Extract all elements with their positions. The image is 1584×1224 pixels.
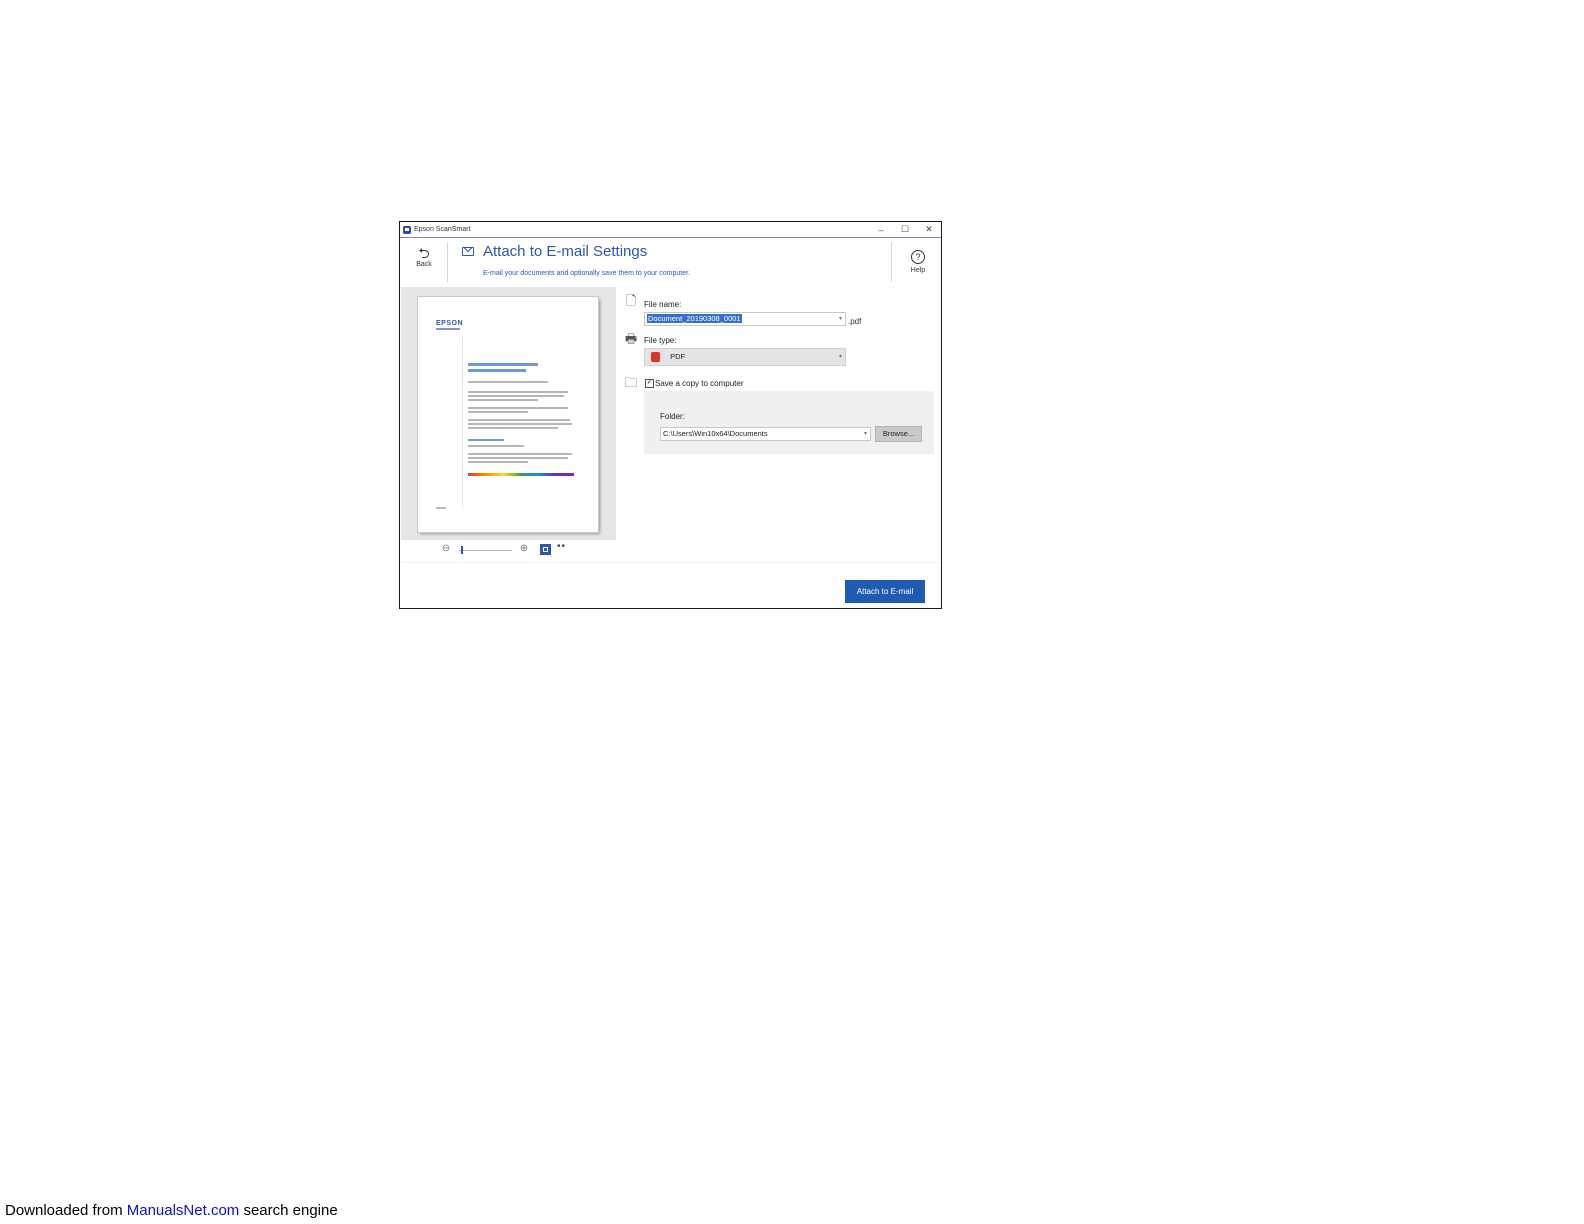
maximize-button[interactable]: ☐ bbox=[893, 224, 917, 235]
app-icon bbox=[403, 225, 411, 234]
download-note-suffix: search engine bbox=[239, 1202, 338, 1219]
page-subheading-line bbox=[468, 439, 504, 441]
page-text-line bbox=[468, 407, 568, 409]
file-type-value: PDF bbox=[670, 352, 686, 361]
page-text-line bbox=[468, 411, 528, 413]
file-name-label: File name: bbox=[644, 300, 682, 309]
page-text-line bbox=[468, 423, 572, 425]
file-type-label: File type: bbox=[644, 336, 677, 345]
fit-to-window-icon[interactable] bbox=[540, 544, 551, 555]
page-logo: EPSON bbox=[436, 320, 464, 327]
manualsnet-link[interactable]: ManualsNet.com bbox=[127, 1202, 240, 1219]
header-divider-right bbox=[891, 242, 892, 282]
page-subtitle: E-mail your documents and optionally sav… bbox=[483, 270, 690, 277]
folder-path-input[interactable]: C:\Users\Win10x64\Documents ▾ bbox=[660, 427, 871, 441]
chevron-down-icon[interactable]: ▾ bbox=[839, 349, 842, 365]
page-text-line bbox=[468, 457, 568, 459]
file-name-value: Document_20190308_0001 bbox=[647, 314, 742, 323]
zoom-toolbar: ⊖ ⊕ •• bbox=[401, 540, 616, 561]
help-button[interactable]: ? Help bbox=[903, 247, 933, 274]
zoom-slider-thumb[interactable] bbox=[460, 546, 463, 554]
browse-button[interactable]: Browse... bbox=[875, 426, 922, 442]
download-source-note: Downloaded from ManualsNet.com search en… bbox=[5, 1202, 338, 1219]
save-copy-label: Save a copy to computer bbox=[655, 379, 744, 388]
settings-panel: 🗋 File name: Document_20190308_0001 ▾ .p… bbox=[616, 287, 941, 562]
page-logo-underline bbox=[436, 328, 460, 330]
page-title: Attach to E-mail Settings bbox=[483, 243, 648, 260]
page-margin-rule bbox=[462, 337, 463, 507]
back-arrow-icon: ⮌ bbox=[418, 245, 430, 261]
file-name-input[interactable]: Document_20190308_0001 ▾ bbox=[644, 312, 846, 326]
chevron-down-icon[interactable]: ▾ bbox=[864, 428, 867, 440]
page-text-line bbox=[468, 395, 564, 397]
window-title: Epson ScanSmart bbox=[414, 226, 471, 233]
page-text-line bbox=[468, 381, 548, 383]
pdf-icon bbox=[651, 352, 660, 363]
help-label: Help bbox=[910, 267, 926, 274]
back-button[interactable]: ⮌ Back bbox=[406, 246, 442, 268]
zoom-out-icon[interactable]: ⊖ bbox=[440, 543, 452, 555]
file-icon: 🗋 bbox=[625, 293, 637, 308]
close-button[interactable]: ✕ bbox=[917, 224, 941, 235]
back-label: Back bbox=[416, 261, 432, 268]
more-options-icon[interactable]: •• bbox=[557, 541, 566, 552]
page-text-line bbox=[468, 427, 558, 429]
zoom-in-icon[interactable]: ⊕ bbox=[518, 543, 530, 555]
scan-preview-pane: EPSON bbox=[401, 287, 616, 540]
attach-to-email-button[interactable]: Attach to E-mail bbox=[845, 580, 925, 603]
file-extension: .pdf bbox=[848, 317, 862, 326]
page-text-line bbox=[468, 461, 528, 463]
footer-divider bbox=[401, 562, 940, 563]
file-type-select[interactable]: PDF ▾ bbox=[644, 348, 846, 366]
page-text-line bbox=[468, 399, 538, 401]
page-color-band bbox=[468, 473, 574, 476]
folder-add-icon: 🗀 bbox=[624, 375, 638, 390]
page-text-line bbox=[468, 445, 524, 447]
help-icon: ? bbox=[911, 250, 925, 264]
page-text-line bbox=[468, 419, 570, 421]
page-text-line bbox=[468, 391, 568, 393]
page-text-line bbox=[468, 453, 572, 455]
folder-label: Folder: bbox=[660, 412, 685, 421]
epson-scansmart-window: Epson ScanSmart – ☐ ✕ ⮌ Back Attach to E… bbox=[399, 221, 942, 609]
folder-settings-box: Folder: C:\Users\Win10x64\Documents ▾ Br… bbox=[644, 391, 934, 454]
minimize-button[interactable]: – bbox=[869, 225, 893, 235]
page-footer-mark bbox=[436, 507, 446, 509]
folder-path-value: C:\Users\Win10x64\Documents bbox=[663, 429, 768, 438]
save-copy-checkbox[interactable]: ✓ bbox=[645, 379, 654, 388]
zoom-slider-track[interactable] bbox=[458, 550, 512, 551]
file-type-icon: 🖶 bbox=[624, 331, 638, 346]
page-heading-line bbox=[468, 369, 526, 372]
chevron-down-icon[interactable]: ▾ bbox=[839, 313, 842, 325]
scanned-page-thumbnail: EPSON bbox=[418, 297, 598, 532]
page-header: ⮌ Back Attach to E-mail Settings E-mail … bbox=[400, 238, 941, 286]
page-heading-line bbox=[468, 363, 538, 366]
mail-icon bbox=[462, 247, 474, 256]
header-divider bbox=[447, 242, 448, 282]
download-note-prefix: Downloaded from bbox=[5, 1202, 127, 1219]
title-bar: Epson ScanSmart – ☐ ✕ bbox=[400, 222, 941, 238]
